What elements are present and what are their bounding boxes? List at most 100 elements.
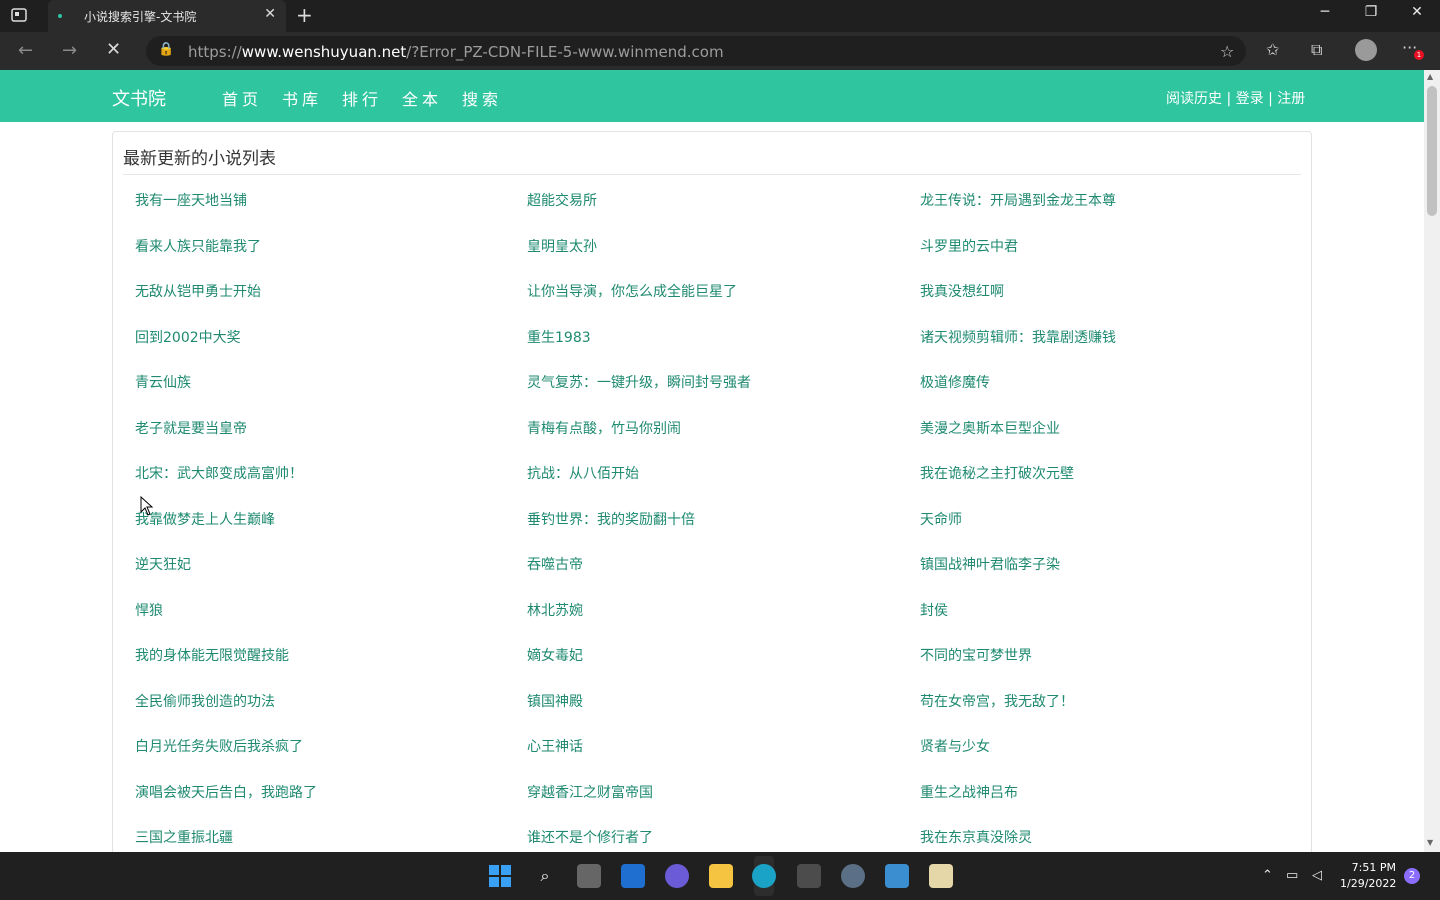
- novel-link[interactable]: 悍狼: [135, 600, 163, 620]
- novel-link[interactable]: 灵气复苏：一键升级，瞬间封号强者: [527, 372, 751, 392]
- novel-link[interactable]: 白月光任务失败后我杀疯了: [135, 736, 303, 756]
- novel-link[interactable]: 皇明皇太孙: [527, 236, 597, 256]
- store-icon[interactable]: [797, 864, 821, 888]
- nav-search[interactable]: 搜索: [462, 86, 502, 110]
- tab-actions-icon[interactable]: [10, 6, 38, 26]
- notification-count-badge[interactable]: 2: [1404, 868, 1420, 884]
- volume-muted-icon[interactable]: ◁: [1312, 868, 1322, 883]
- windows-taskbar: ⌕ ⌃ ▭ ◁ 7:51 PM 1/29/2022 2: [0, 852, 1440, 900]
- novel-link[interactable]: 三国之重振北疆: [135, 827, 233, 847]
- novel-link[interactable]: 青云仙族: [135, 372, 191, 392]
- network-icon[interactable]: ▭: [1286, 868, 1298, 883]
- novel-link[interactable]: 重生之战神吕布: [920, 782, 1018, 802]
- novel-link[interactable]: 我靠做梦走上人生巅峰: [135, 509, 275, 529]
- novel-link[interactable]: 回到2002中大奖: [135, 327, 241, 347]
- novel-link[interactable]: 龙王传说：开局遇到金龙王本尊: [920, 190, 1116, 210]
- novel-link[interactable]: 我的身体能无限觉醒技能: [135, 645, 289, 665]
- novel-link[interactable]: 全民偷师我创造的功法: [135, 691, 275, 711]
- novel-link[interactable]: 谁还不是个修行者了: [527, 827, 653, 847]
- collections-icon[interactable]: ⧉: [1311, 40, 1322, 60]
- stop-loading-icon[interactable]: ✕: [106, 39, 121, 60]
- url-input[interactable]: 🔒 https://www.wenshuyuan.net/?Error_PZ-C…: [146, 36, 1246, 66]
- mouse-cursor-icon: [140, 495, 154, 520]
- user-links[interactable]: 阅读历史 | 登录 | 注册: [1166, 88, 1305, 108]
- profile-avatar[interactable]: [1355, 39, 1377, 61]
- novel-link[interactable]: 苟在女帝宫，我无敌了！: [920, 691, 1074, 711]
- novel-link[interactable]: 封侯: [920, 600, 948, 620]
- novel-link[interactable]: 垂钓世界：我的奖励翻十倍: [527, 509, 695, 529]
- page-scrollbar[interactable]: ▲ ▼: [1424, 70, 1440, 852]
- site-nav-bar: 文书院 首页 书库 排行 全本 搜索 阅读历史 | 登录 | 注册: [0, 70, 1424, 122]
- back-icon[interactable]: ←: [18, 40, 33, 61]
- novel-link[interactable]: 北宋：武大郎变成高富帅！: [135, 463, 303, 483]
- task-view-icon[interactable]: [577, 864, 601, 888]
- novel-link[interactable]: 林北苏婉: [527, 600, 583, 620]
- widgets-icon[interactable]: [621, 864, 645, 888]
- novel-link[interactable]: 看来人族只能靠我了: [135, 236, 261, 256]
- novel-link[interactable]: 诸天视频剪辑师：我靠剧透赚钱: [920, 327, 1116, 347]
- nav-library[interactable]: 书库: [282, 86, 322, 110]
- novel-link[interactable]: 我真没想红啊: [920, 281, 1004, 301]
- web-page: 文书院 首页 书库 排行 全本 搜索 阅读历史 | 登录 | 注册 最新更新的小…: [0, 70, 1424, 852]
- latest-novels-panel: 最新更新的小说列表 我有一座天地当铺 超能交易所 龙王传说：开局遇到金龙王本尊 看来人…: [112, 131, 1312, 852]
- panel-divider: [123, 174, 1301, 175]
- novel-link[interactable]: 不同的宝可梦世界: [920, 645, 1032, 665]
- minimize-icon[interactable]: ─: [1313, 4, 1337, 20]
- nav-complete[interactable]: 全本: [402, 86, 442, 110]
- novel-link[interactable]: 重生1983: [527, 327, 591, 347]
- novel-link[interactable]: 斗罗里的云中君: [920, 236, 1018, 256]
- settings-more-icon[interactable]: ··· 1: [1402, 38, 1424, 60]
- forward-icon[interactable]: →: [62, 40, 77, 61]
- start-icon[interactable]: [488, 864, 512, 888]
- taskbar-clock[interactable]: 7:51 PM 1/29/2022: [1340, 860, 1396, 892]
- novel-link[interactable]: 吞噬古帝: [527, 554, 583, 574]
- chat-icon[interactable]: [665, 864, 689, 888]
- novel-link[interactable]: 让你当导演，你怎么成全能巨星了: [527, 281, 737, 301]
- novel-link[interactable]: 极道修魔传: [920, 372, 990, 392]
- novel-link[interactable]: 抗战：从八佰开始: [527, 463, 639, 483]
- novel-link[interactable]: 无敌从铠甲勇士开始: [135, 281, 261, 301]
- favorites-icon[interactable]: ✩: [1266, 40, 1279, 59]
- novel-link[interactable]: 我有一座天地当铺: [135, 190, 247, 210]
- scroll-up-icon[interactable]: ▲: [1427, 72, 1433, 81]
- new-tab-icon[interactable]: +: [296, 3, 313, 27]
- novel-link[interactable]: 青梅有点酸，竹马你别闹: [527, 418, 681, 438]
- scrollbar-thumb[interactable]: [1427, 86, 1437, 216]
- novel-link[interactable]: 贤者与少女: [920, 736, 990, 756]
- novel-link[interactable]: 我在诡秘之主打破次元壁: [920, 463, 1074, 483]
- browser-address-bar: ← → ✕ 🔒 https://www.wenshuyuan.net/?Erro…: [0, 32, 1440, 70]
- notepad-icon[interactable]: [929, 864, 953, 888]
- url-text: https://www.wenshuyuan.net/?Error_PZ-CDN…: [188, 43, 724, 61]
- novel-link[interactable]: 天命师: [920, 509, 962, 529]
- search-icon[interactable]: ⌕: [533, 864, 557, 888]
- novel-link[interactable]: 演唱会被天后告白，我跑路了: [135, 782, 317, 802]
- add-favorite-icon[interactable]: ☆: [1220, 42, 1234, 61]
- site-logo[interactable]: 文书院: [112, 85, 166, 111]
- clock-date: 1/29/2022: [1340, 877, 1397, 890]
- file-explorer-icon[interactable]: [709, 864, 733, 888]
- nav-home[interactable]: 首页: [222, 86, 262, 110]
- settings-icon[interactable]: [841, 864, 865, 888]
- novel-link[interactable]: 老子就是要当皇帝: [135, 418, 247, 438]
- tab-title: 小说搜索引擎-文书院: [84, 10, 197, 24]
- novel-link[interactable]: 穿越香江之财富帝国: [527, 782, 653, 802]
- browser-tab-active[interactable]: 小说搜索引擎-文书院 ✕: [48, 0, 286, 32]
- novel-link[interactable]: 镇国神殿: [527, 691, 583, 711]
- novel-link[interactable]: 逆天狂妃: [135, 554, 191, 574]
- edge-icon[interactable]: [752, 864, 776, 888]
- novel-link[interactable]: 嫡女毒妃: [527, 645, 583, 665]
- tray-chevron-icon[interactable]: ⌃: [1262, 868, 1273, 883]
- restore-icon[interactable]: ❐: [1359, 4, 1383, 20]
- novel-link[interactable]: 镇国战神叶君临李子染: [920, 554, 1060, 574]
- novel-link[interactable]: 超能交易所: [527, 190, 597, 210]
- lock-icon[interactable]: 🔒: [158, 42, 174, 57]
- novel-link[interactable]: 美漫之奥斯本巨型企业: [920, 418, 1060, 438]
- scroll-down-icon[interactable]: ▼: [1427, 838, 1433, 847]
- browser-tab-bar: 小说搜索引擎-文书院 ✕ + ─ ❐ ✕: [0, 0, 1440, 32]
- tab-close-icon[interactable]: ✕: [264, 6, 276, 22]
- novel-link[interactable]: 心王神话: [527, 736, 583, 756]
- close-window-icon[interactable]: ✕: [1405, 4, 1429, 20]
- nav-ranking[interactable]: 排行: [342, 86, 382, 110]
- novel-link[interactable]: 我在东京真没除灵: [920, 827, 1032, 847]
- remote-desktop-icon[interactable]: [885, 864, 909, 888]
